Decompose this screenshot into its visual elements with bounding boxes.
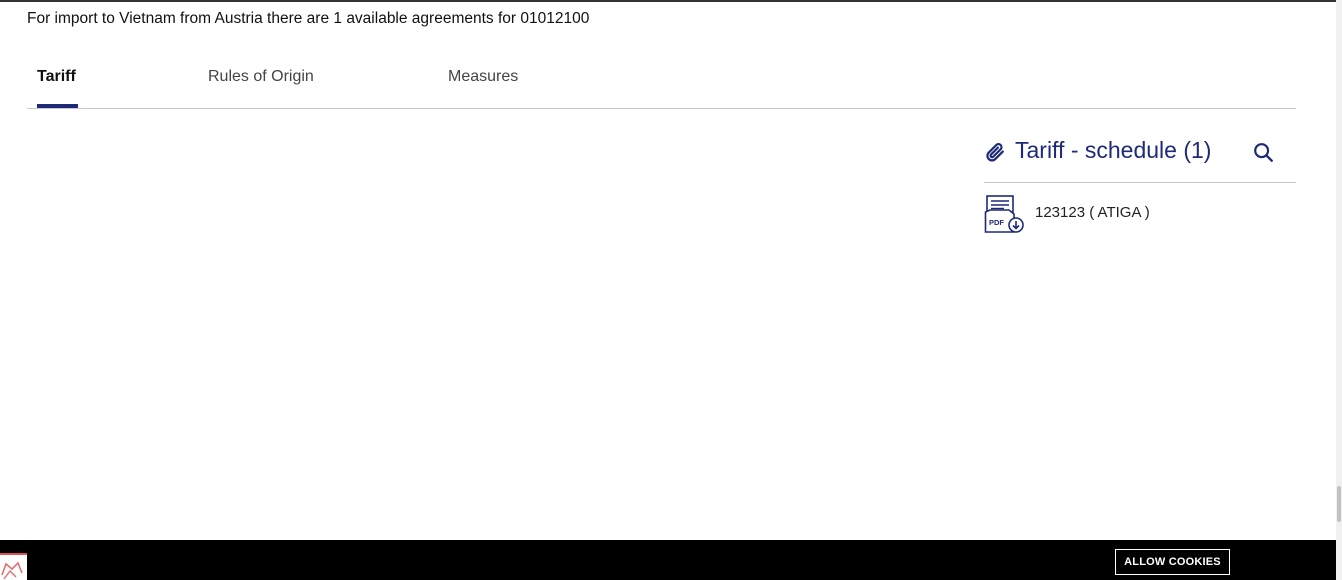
active-tab-indicator	[37, 104, 78, 108]
tab-bar: Tariff Rules of Origin Measures	[27, 60, 1296, 109]
scrollbar-thumb[interactable]	[1337, 486, 1341, 522]
tariff-schedule-panel: Tariff - schedule (1) PDF 123123 ( ATIGA…	[984, 132, 1296, 237]
top-divider	[0, 0, 1336, 2]
pdf-download-icon[interactable]: PDF	[984, 193, 1026, 235]
page: For import to Vietnam from Austria there…	[0, 0, 1342, 580]
search-icon[interactable]	[1252, 141, 1274, 163]
svg-text:PDF: PDF	[989, 218, 1004, 227]
tab-rules-of-origin[interactable]: Rules of Origin	[208, 68, 314, 100]
allow-cookies-button[interactable]: ALLOW COOKIES	[1115, 549, 1230, 575]
panel-title: Tariff - schedule (1)	[1015, 137, 1212, 163]
corner-logo-icon[interactable]	[0, 553, 27, 580]
file-item[interactable]: PDF 123123 ( ATIGA )	[984, 193, 1296, 237]
cookie-banner: ALLOW COOKIES	[0, 540, 1336, 580]
tab-tariff[interactable]: Tariff	[37, 68, 76, 100]
paperclip-icon	[986, 143, 1004, 162]
tab-measures[interactable]: Measures	[448, 68, 518, 100]
scrollbar[interactable]	[1336, 0, 1342, 580]
panel-header: Tariff - schedule (1)	[984, 132, 1296, 183]
file-link[interactable]: 123123 ( ATIGA )	[1035, 204, 1150, 221]
agreements-summary: For import to Vietnam from Austria there…	[27, 10, 590, 27]
